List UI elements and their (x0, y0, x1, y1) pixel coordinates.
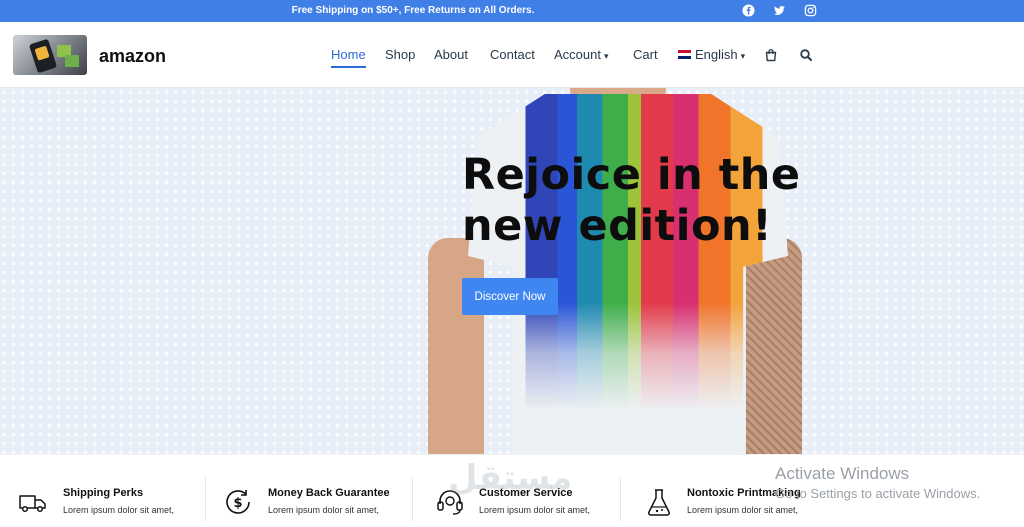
feature-money-back: $ Money Back Guarantee Lorem ipsum dolor… (223, 455, 403, 527)
activate-title: Activate Windows (775, 464, 910, 483)
tshirt-model-image (428, 88, 808, 454)
site-header: amazon Home Shop About Contact Account ▾ … (0, 22, 1024, 88)
brand-name[interactable]: amazon (99, 46, 166, 67)
nav-shop[interactable]: Shop (385, 47, 415, 62)
money-back-icon: $ (223, 487, 253, 517)
hero-headline: Rejoice in the new edition! (462, 150, 801, 252)
twitter-icon[interactable] (773, 4, 786, 17)
truck-icon (18, 487, 48, 517)
nav-contact[interactable]: Contact (490, 47, 535, 62)
feature-text: Lorem ipsum dolor sit amet, (63, 505, 175, 515)
feature-title: Money Back Guarantee (268, 487, 390, 499)
activate-subtitle: Go to Settings to activate Windows. (775, 486, 981, 501)
chevron-down-icon: ▾ (603, 51, 609, 61)
announcement-text: Free Shipping on $50+, Free Returns on A… (291, 5, 535, 16)
flask-icon (644, 487, 674, 517)
feature-text: Lorem ipsum dolor sit amet, (268, 505, 380, 515)
feature-text: Lorem ipsum dolor sit amet, (479, 505, 591, 515)
svg-text:$: $ (233, 496, 242, 511)
search-icon[interactable] (799, 48, 813, 62)
feature-shipping: Shipping Perks Lorem ipsum dolor sit ame… (18, 455, 198, 527)
box-illustration-2 (65, 55, 79, 67)
uk-flag-icon (678, 50, 691, 59)
chevron-down-icon: ▾ (740, 51, 746, 61)
instagram-icon[interactable] (804, 4, 817, 17)
divider (620, 477, 621, 521)
phone-illustration (28, 38, 58, 74)
announcement-bar: Free Shipping on $50+, Free Returns on A… (0, 0, 1024, 22)
activate-windows-overlay: Activate Windows Go to Settings to activ… (775, 464, 980, 501)
left-arm (428, 238, 484, 454)
hero-banner (0, 88, 1024, 454)
nav-about[interactable]: About (434, 47, 468, 62)
nav-account[interactable]: Account ▾ (554, 47, 609, 62)
hero-headline-line-1: Rejoice in the (462, 150, 801, 200)
right-arm (746, 238, 802, 454)
discover-now-button[interactable]: Discover Now (462, 278, 558, 315)
nav-cart[interactable]: Cart (633, 47, 658, 62)
social-links (742, 4, 817, 17)
watermark-logo: مستقل (448, 458, 573, 498)
facebook-icon[interactable] (742, 4, 755, 17)
feature-text: Lorem ipsum dolor sit amet, (687, 505, 799, 515)
feature-title: Shipping Perks (63, 487, 144, 499)
hero-headline-line-2: new edition! (462, 201, 773, 251)
tshirt (468, 94, 788, 454)
language-label: English (695, 47, 738, 62)
nav-account-label: Account (554, 47, 601, 62)
divider (412, 477, 413, 521)
nav-home[interactable]: Home (331, 47, 366, 68)
paint-drip (468, 94, 788, 454)
language-selector[interactable]: English ▾ (678, 47, 745, 62)
divider (205, 477, 206, 521)
cart-bag-icon[interactable] (764, 48, 778, 62)
logo-image[interactable] (13, 35, 87, 75)
